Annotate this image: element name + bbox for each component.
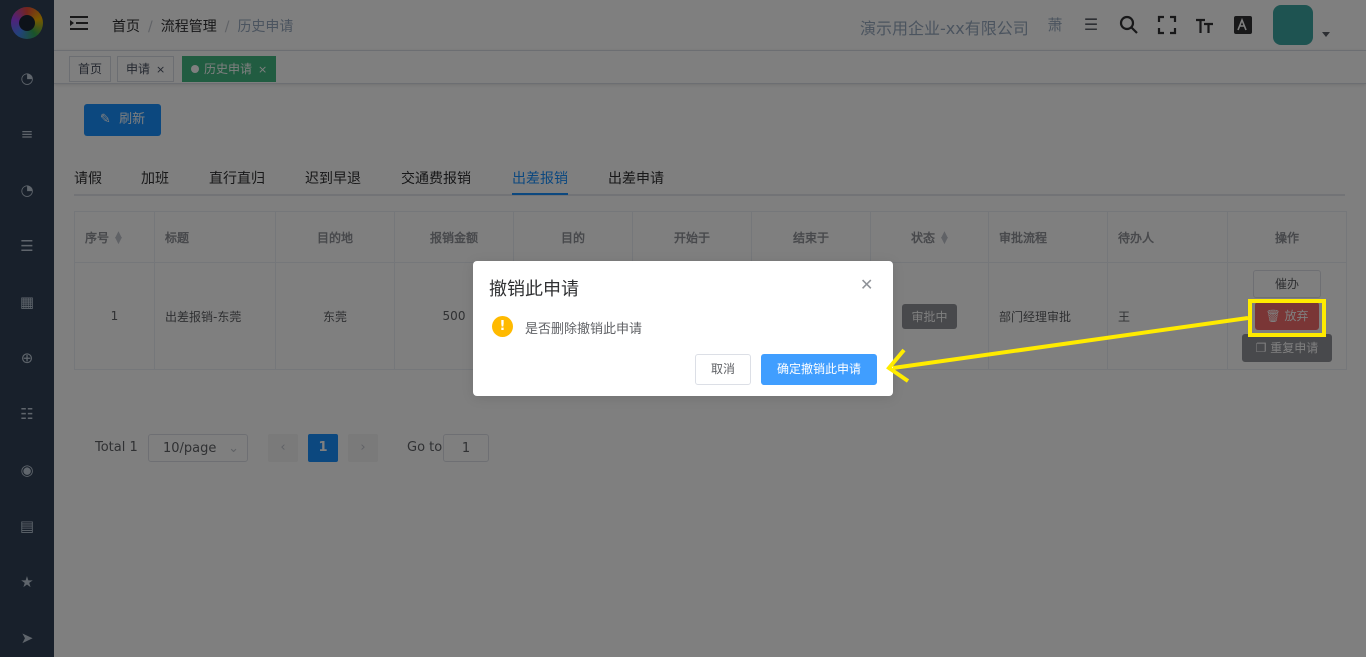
highlight-box — [1248, 299, 1326, 337]
warning-icon: ! — [492, 316, 513, 337]
cancel-button[interactable]: 取消 — [695, 354, 751, 385]
confirm-button[interactable]: 确定撤销此申请 — [761, 354, 877, 385]
confirm-dialog: 撤销此申请 ✕ ! 是否删除撤销此申请 取消 确定撤销此申请 — [473, 261, 893, 396]
close-icon[interactable]: ✕ — [860, 275, 873, 294]
dialog-title: 撤销此申请 — [489, 279, 579, 300]
dialog-message: 是否删除撤销此申请 — [525, 322, 643, 337]
